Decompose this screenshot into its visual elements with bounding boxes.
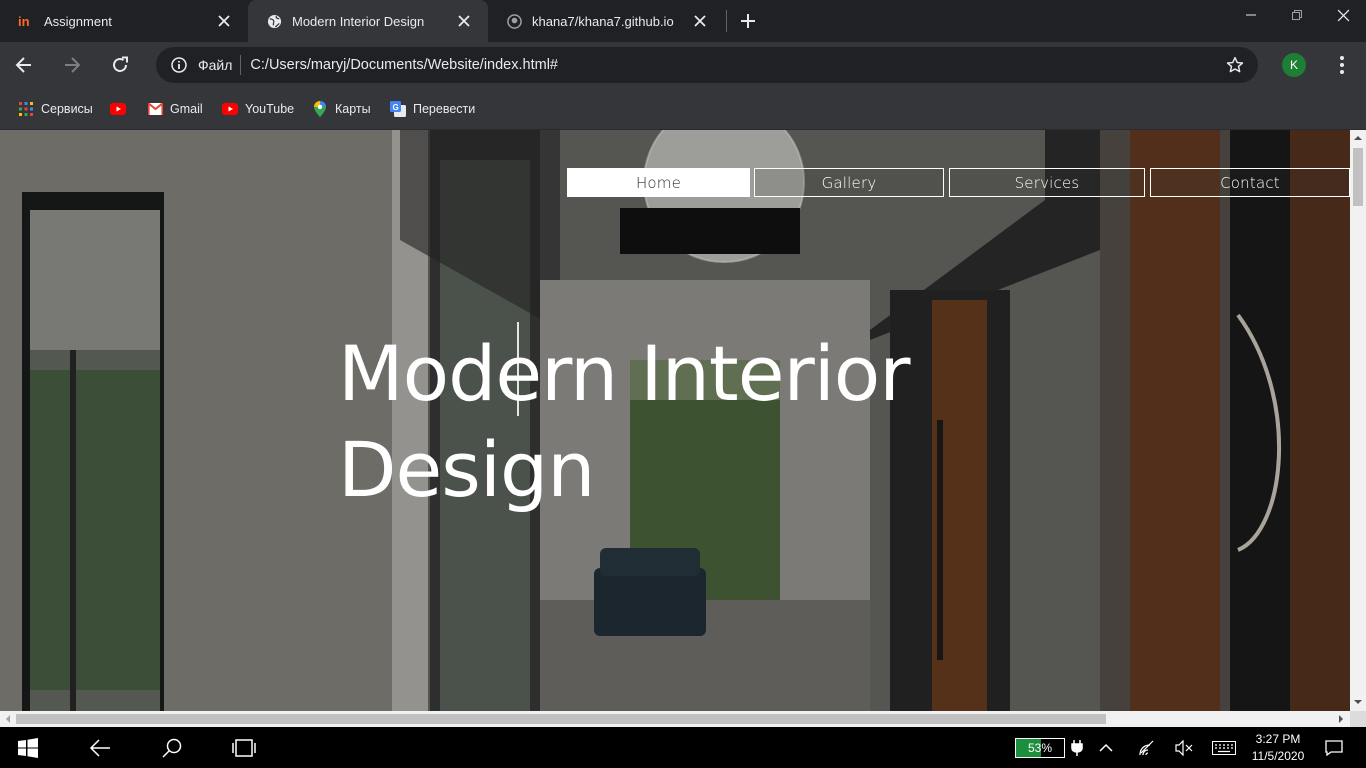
youtube-icon [110,101,126,117]
back-button[interactable] [8,49,40,81]
vertical-scroll-thumb[interactable] [1353,148,1363,206]
windows-taskbar: 53% 3:27 PM 11/5/2020 [0,727,1366,768]
bookmark-services[interactable]: Сервисы [18,98,93,120]
keyboard-icon[interactable] [1212,736,1236,760]
nav-gallery-link[interactable]: Gallery [754,168,944,197]
scrollbar-corner [1350,711,1366,727]
start-button[interactable] [4,727,52,768]
bookmark-translate[interactable]: G Перевести [390,98,475,120]
close-icon[interactable] [454,11,474,31]
notifications-icon[interactable] [1322,736,1346,760]
bookmark-label: YouTube [245,102,295,116]
bookmark-star-icon[interactable] [1224,54,1246,76]
close-icon[interactable] [690,11,710,31]
profile-avatar[interactable]: K [1282,53,1306,77]
scroll-left-arrow-icon[interactable] [4,715,12,723]
scroll-right-arrow-icon[interactable] [1337,715,1345,723]
hero-heading-line-2: Design [338,425,595,514]
invision-icon: in [18,13,34,29]
power-plug-icon[interactable] [1065,736,1089,760]
scroll-up-arrow-icon[interactable] [1354,134,1362,142]
apps-grid-icon [18,101,34,117]
hero-heading-line-1: Modern Interior [338,329,911,418]
scroll-down-arrow-icon[interactable] [1354,698,1362,706]
tab-assignment[interactable]: in Assignment [0,0,248,42]
back-arrow-icon [89,738,110,757]
task-view-icon [232,738,256,757]
tab-modern-interior-design[interactable]: Modern Interior Design [248,0,488,42]
horizontal-scrollbar[interactable] [0,711,1350,727]
url-text[interactable]: C:/Users/maryj/Documents/Website/index.h… [250,57,1224,73]
bookmark-label: Перевести [413,102,476,116]
bookmark-label: Gmail [170,102,203,116]
bookmark-gmail[interactable]: Gmail [147,98,203,120]
reload-button[interactable] [104,49,136,81]
svg-text:G: G [393,103,399,112]
close-window-button[interactable] [1320,0,1366,30]
tab-title: Modern Interior Design [292,13,425,29]
nav-services-link[interactable]: Services [949,168,1145,197]
vertical-scrollbar[interactable] [1350,130,1366,711]
text-cursor [517,322,519,416]
bookmarks-bar: Сервисы Gmail YouTube Карты G Перевести [0,88,1366,130]
clock-time: 3:27 PM [1255,732,1301,746]
bookmark-label: Карты [335,102,371,116]
github-icon [506,13,522,29]
address-bar[interactable]: Файл C:/Users/maryj/Documents/Website/in… [156,47,1258,83]
page-viewport: Home Gallery Services Contact Modern Int… [0,130,1350,711]
info-icon[interactable] [170,56,188,74]
battery-indicator[interactable]: 53% [1015,738,1065,758]
svg-text:in: in [18,14,30,29]
file-scheme-label: Файл [198,57,233,73]
system-clock[interactable]: 3:27 PM 11/5/2020 [1248,731,1308,765]
back-button[interactable] [76,727,124,768]
battery-percent: 53% [1027,740,1053,755]
tab-title: khana7/khana7.github.io [532,13,674,29]
close-icon[interactable] [214,11,234,31]
task-view-button[interactable] [220,727,268,768]
nav-home-link[interactable]: Home [567,168,750,197]
search-icon [162,738,182,758]
globe-icon [266,13,282,29]
translate-icon: G [390,101,406,117]
wifi-icon[interactable] [1136,736,1160,760]
tab-strip: in Assignment Modern Interior Design kha… [0,0,1366,42]
clock-date: 11/5/2020 [1251,749,1305,763]
bookmark-youtube[interactable]: YouTube [222,98,294,120]
chevron-up-icon[interactable] [1094,736,1118,760]
gmail-icon [147,101,163,117]
new-tab-button[interactable] [734,8,762,34]
volume-muted-icon[interactable] [1172,736,1196,760]
minimize-button[interactable] [1228,0,1274,30]
hero-heading: Modern Interior Design [338,326,978,518]
search-button[interactable] [148,727,196,768]
bookmark-maps[interactable]: Карты [312,98,371,120]
horizontal-scroll-thumb[interactable] [16,714,1106,724]
divider [240,55,242,75]
bookmark-label: Сервисы [41,102,93,116]
browser-toolbar: Файл C:/Users/maryj/Documents/Website/in… [0,42,1366,88]
nav-contact-link[interactable]: Contact [1150,168,1350,197]
maps-pin-icon [312,101,328,117]
bookmark-youtube-icon-only[interactable] [110,98,133,120]
restore-button[interactable] [1274,0,1320,30]
windows-logo-icon [18,737,38,758]
more-menu-icon[interactable] [1329,52,1355,78]
youtube-icon [222,101,238,117]
tab-github[interactable]: khana7/khana7.github.io [488,0,724,42]
tab-separator [726,10,727,32]
tab-title: Assignment [44,13,112,29]
forward-button[interactable] [56,49,88,81]
